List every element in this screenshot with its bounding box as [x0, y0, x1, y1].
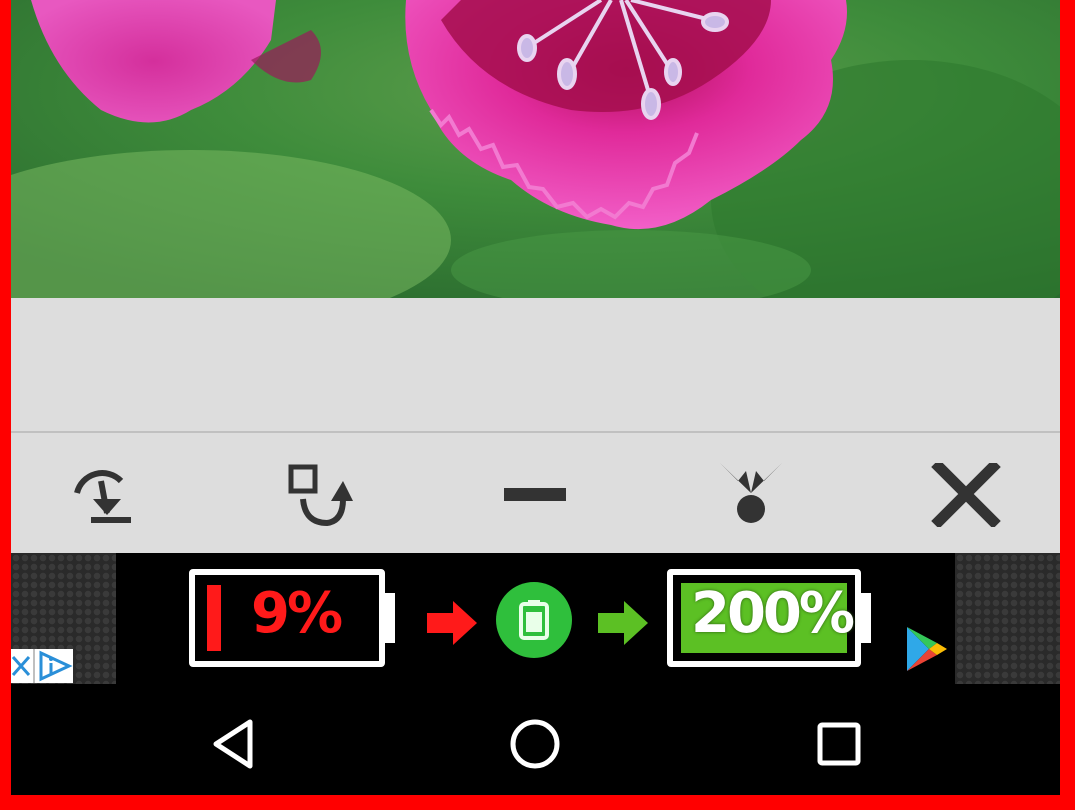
battery-tip: [861, 593, 871, 643]
arrow-right-icon: [427, 601, 477, 645]
arrow-right-icon: [598, 601, 648, 645]
low-battery-label: 9%: [251, 581, 343, 646]
blank-panel: [11, 298, 1060, 432]
red-border-frame: 9% 200%: [0, 0, 1075, 810]
low-battery-graphic: 9%: [189, 569, 385, 667]
ad-info-icon[interactable]: [35, 649, 73, 683]
full-battery-graphic: 200%: [667, 569, 861, 667]
device-screen: 9% 200%: [11, 0, 1060, 795]
ad-banner[interactable]: 9% 200%: [11, 553, 1060, 684]
share-icon[interactable]: [711, 455, 791, 535]
action-toolbar: [11, 433, 1060, 553]
navigation-bar: [11, 684, 1060, 795]
close-icon[interactable]: [926, 455, 1006, 535]
flower-photo: [11, 0, 1060, 298]
home-icon[interactable]: [505, 714, 565, 774]
recents-icon[interactable]: [809, 714, 869, 774]
rotate-square-icon[interactable]: [278, 455, 358, 535]
back-icon[interactable]: [203, 714, 263, 774]
battery-app-icon: [496, 582, 572, 658]
minimize-icon[interactable]: [495, 455, 575, 535]
play-store-icon[interactable]: [907, 627, 949, 671]
ad-choices-badge[interactable]: [11, 649, 73, 683]
close-ad-icon[interactable]: [11, 649, 33, 683]
battery-tip: [385, 593, 395, 643]
rotate-download-icon[interactable]: [62, 455, 142, 535]
full-battery-label: 200%: [691, 581, 855, 646]
ad-pattern-right: [955, 553, 1060, 684]
